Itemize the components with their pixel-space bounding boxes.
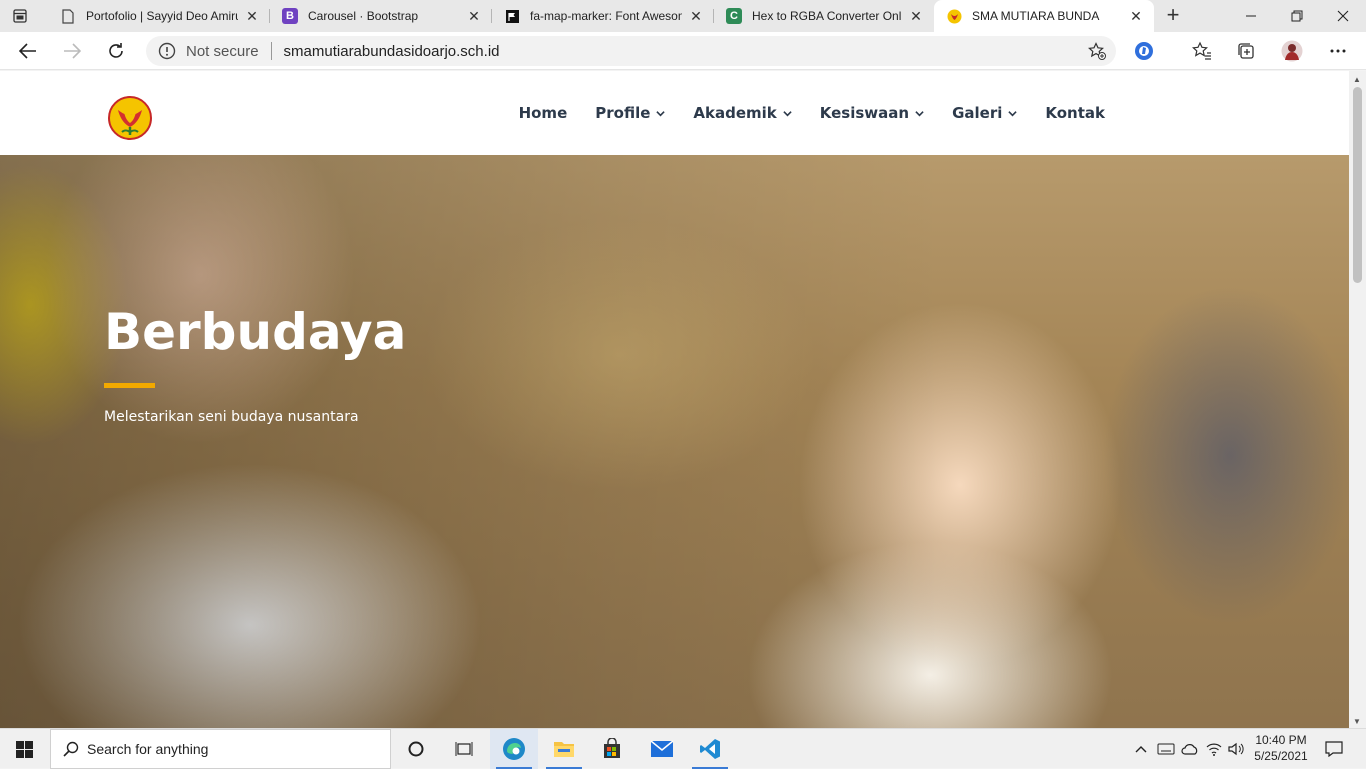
flag-icon bbox=[504, 8, 520, 24]
tray-chevron-up-icon[interactable] bbox=[1132, 729, 1150, 769]
minimize-button[interactable] bbox=[1228, 0, 1274, 32]
taskbar-clock[interactable]: 10:40 PM 5/25/2021 bbox=[1248, 732, 1314, 764]
vscode-icon[interactable] bbox=[686, 729, 734, 769]
menu-label: Home bbox=[518, 104, 568, 122]
tab-sma-mutiara-bunda[interactable]: SMA MUTIARA BUNDA ✕ bbox=[934, 0, 1154, 32]
tab-hex-rgba[interactable]: C Hex to RGBA Converter Onlin ✕ bbox=[714, 0, 934, 32]
warning-icon[interactable] bbox=[158, 42, 176, 60]
close-tab-icon[interactable]: ✕ bbox=[1128, 8, 1144, 24]
scroll-down-icon[interactable]: ▼ bbox=[1353, 717, 1361, 726]
site-navbar: Home Profile Akademik Kesiswaan Galeri K… bbox=[0, 71, 1349, 155]
store-icon[interactable] bbox=[588, 729, 636, 769]
file-explorer-icon[interactable] bbox=[540, 729, 588, 769]
search-icon bbox=[63, 741, 79, 757]
close-tab-icon[interactable]: ✕ bbox=[688, 8, 704, 24]
add-favorite-icon[interactable] bbox=[1088, 42, 1106, 60]
tab-font-awesome[interactable]: fa-map-marker: Font Awesom ✕ bbox=[492, 0, 714, 32]
mail-icon[interactable] bbox=[638, 729, 686, 769]
search-placeholder: Search for anything bbox=[87, 741, 209, 757]
settings-more-icon[interactable] bbox=[1326, 39, 1350, 63]
collections-icon[interactable] bbox=[1234, 39, 1258, 63]
taskbar-search[interactable]: Search for anything bbox=[50, 729, 391, 769]
school-logo[interactable] bbox=[108, 96, 152, 140]
close-tab-icon[interactable]: ✕ bbox=[466, 8, 482, 24]
scrollbar-thumb[interactable] bbox=[1353, 87, 1362, 283]
page-viewport: Home Profile Akademik Kesiswaan Galeri K… bbox=[0, 71, 1349, 728]
menu-label: Kontak bbox=[1045, 104, 1105, 122]
edge-browser-icon[interactable] bbox=[490, 729, 538, 769]
wifi-icon[interactable] bbox=[1204, 729, 1224, 769]
tab-actions-icon[interactable] bbox=[10, 6, 30, 26]
tab-title: Hex to RGBA Converter Onlin bbox=[752, 9, 902, 23]
clock-date: 5/25/2021 bbox=[1254, 749, 1308, 763]
hero-title: Berbudaya bbox=[104, 303, 407, 361]
restore-button[interactable] bbox=[1274, 0, 1320, 32]
task-view-icon[interactable] bbox=[440, 729, 488, 769]
tab-carousel[interactable]: B Carousel · Bootstrap ✕ bbox=[270, 0, 492, 32]
onedrive-cloud-icon[interactable] bbox=[1180, 729, 1200, 769]
menu-label: Kesiswaan bbox=[819, 104, 910, 122]
tab-title: fa-map-marker: Font Awesom bbox=[530, 9, 682, 23]
volume-icon[interactable] bbox=[1226, 729, 1246, 769]
bootstrap-icon: B bbox=[282, 8, 298, 24]
profile-avatar[interactable] bbox=[1280, 39, 1304, 63]
close-tab-icon[interactable]: ✕ bbox=[244, 8, 260, 24]
chevron-down-icon bbox=[1008, 110, 1018, 116]
chevron-down-icon bbox=[656, 110, 666, 116]
menu-item-akademik[interactable]: Akademik bbox=[693, 104, 792, 122]
menu-item-profile[interactable]: Profile bbox=[595, 104, 666, 122]
page-icon bbox=[60, 8, 76, 24]
menu-label: Galeri bbox=[952, 104, 1003, 122]
reload-button[interactable] bbox=[102, 37, 130, 65]
favorites-icon[interactable] bbox=[1190, 39, 1214, 63]
back-button[interactable] bbox=[14, 37, 42, 65]
tab-title: Portofolio | Sayyid Deo Amiru bbox=[86, 9, 238, 23]
clock-time: 10:40 PM bbox=[1255, 733, 1307, 747]
close-window-button[interactable] bbox=[1320, 0, 1366, 32]
extension-icon[interactable] bbox=[1132, 39, 1156, 63]
menu-item-galeri[interactable]: Galeri bbox=[952, 104, 1018, 122]
main-menu: Home Profile Akademik Kesiswaan Galeri K… bbox=[491, 71, 1105, 155]
security-label: Not secure bbox=[186, 42, 259, 60]
hero-image-overlay bbox=[0, 155, 1349, 728]
windows-logo-icon bbox=[15, 740, 33, 758]
menu-label: Akademik bbox=[693, 104, 777, 122]
tab-title: Carousel · Bootstrap bbox=[308, 9, 419, 23]
new-tab-button[interactable]: + bbox=[1162, 4, 1184, 27]
windows-taskbar: Search for anything 10:40 PM 5/25/2021 bbox=[0, 728, 1366, 769]
menu-item-home[interactable]: Home bbox=[519, 104, 568, 122]
url-text[interactable]: smamutiarabundasidoarjo.sch.id bbox=[284, 43, 500, 60]
tab-strip: Portofolio | Sayyid Deo Amiru ✕ B Carous… bbox=[0, 0, 1366, 32]
hero-title-underline bbox=[104, 383, 155, 388]
cortana-icon[interactable] bbox=[392, 729, 440, 769]
school-logo-icon bbox=[946, 8, 962, 24]
menu-item-kontak[interactable]: Kontak bbox=[1045, 104, 1105, 122]
start-button[interactable] bbox=[0, 729, 48, 769]
chevron-down-icon bbox=[915, 110, 924, 116]
menu-item-kesiswaan[interactable]: Kesiswaan bbox=[820, 104, 924, 122]
hero-carousel[interactable]: Berbudaya Melestarikan seni budaya nusan… bbox=[0, 155, 1349, 728]
keyboard-icon[interactable] bbox=[1156, 729, 1176, 769]
tab-title: SMA MUTIARA BUNDA bbox=[972, 9, 1100, 23]
close-tab-icon[interactable]: ✕ bbox=[908, 8, 924, 24]
address-divider bbox=[270, 42, 272, 60]
forward-button[interactable] bbox=[58, 37, 86, 65]
c-logo-icon: C bbox=[726, 8, 742, 24]
address-bar[interactable]: Not secure smamutiarabundasidoarjo.sch.i… bbox=[146, 36, 1116, 66]
menu-label: Profile bbox=[595, 104, 651, 122]
notification-icon[interactable] bbox=[1320, 729, 1348, 769]
chevron-down-icon bbox=[783, 110, 792, 116]
browser-toolbar: Not secure smamutiarabundasidoarjo.sch.i… bbox=[0, 32, 1366, 70]
hero-subtitle: Melestarikan seni budaya nusantara bbox=[104, 409, 359, 425]
scroll-up-icon[interactable]: ▲ bbox=[1353, 75, 1361, 84]
tab-portofolio[interactable]: Portofolio | Sayyid Deo Amiru ✕ bbox=[48, 0, 270, 32]
page-scrollbar[interactable]: ▲ ▼ bbox=[1349, 71, 1366, 728]
